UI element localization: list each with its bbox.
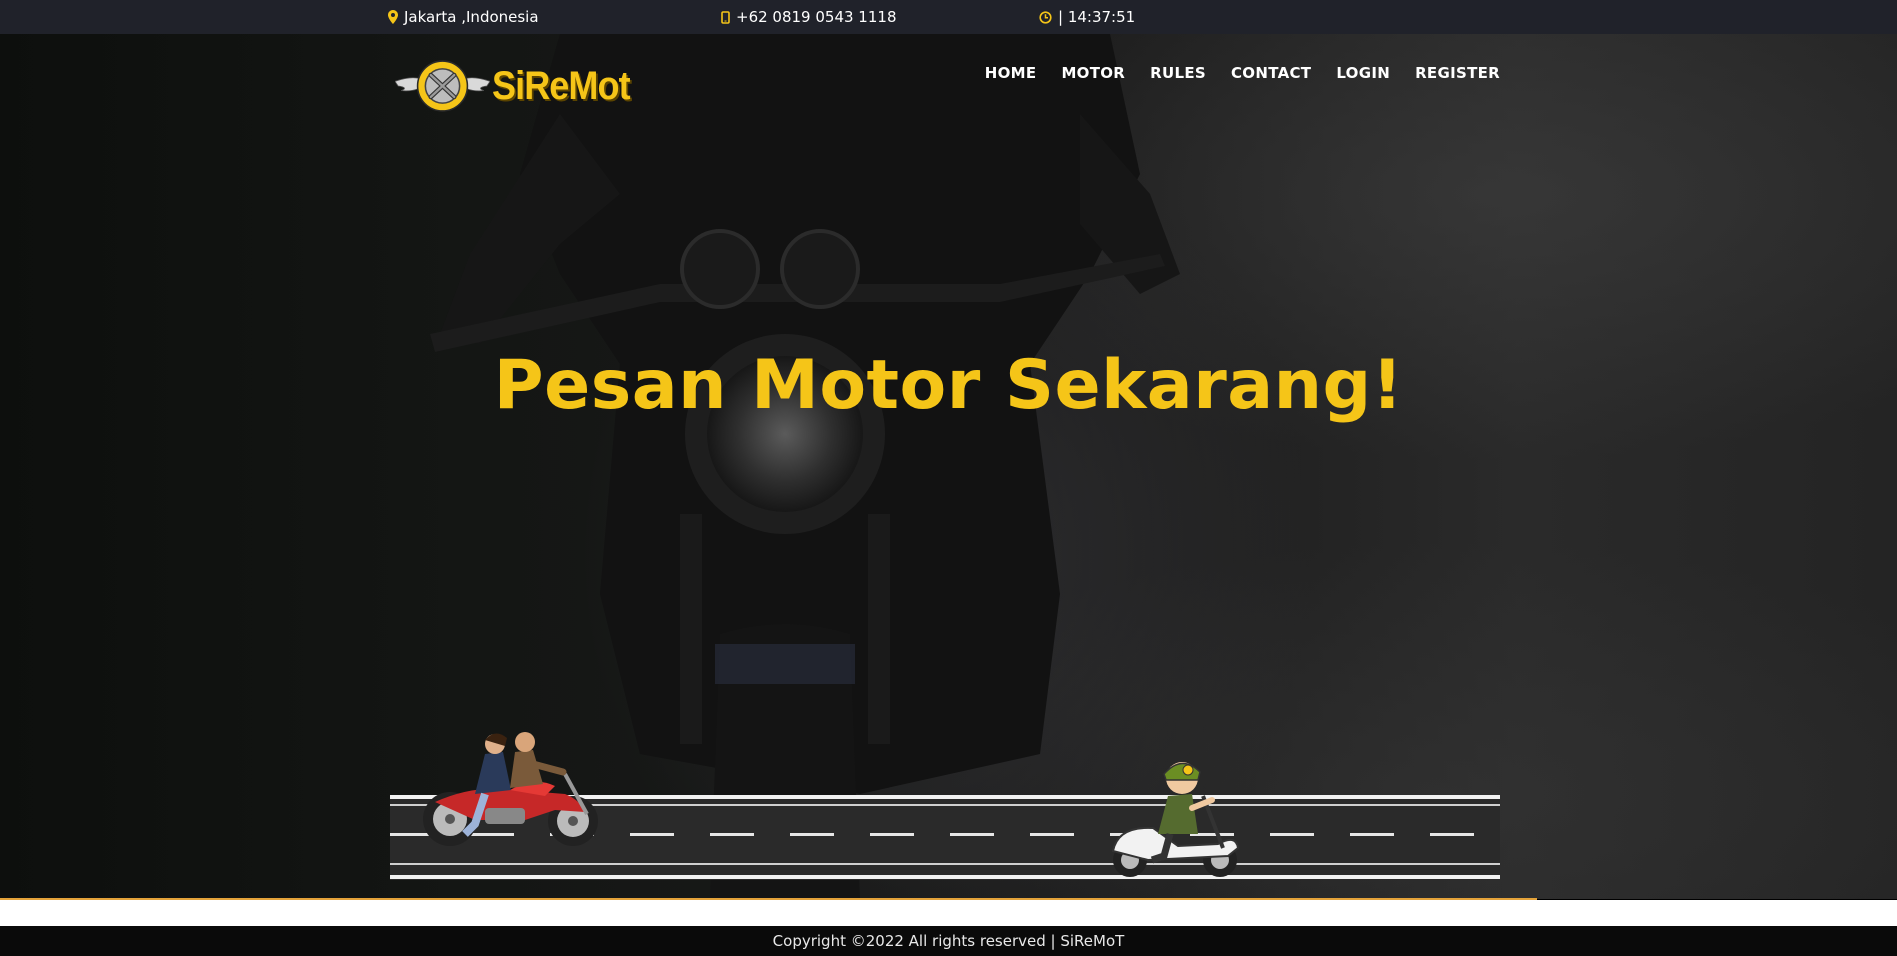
time-info: | 14:37:51: [1039, 0, 1135, 34]
motorcycle-background-image: [430, 34, 1180, 899]
hero-section: SiReMot HOME MOTOR RULES CONTACT LOGIN R…: [0, 34, 1897, 899]
clock-icon: [1039, 10, 1052, 24]
location-info: Jakarta ,Indonesia: [388, 0, 539, 34]
logo-text: SiReMot: [492, 63, 631, 108]
nav-contact[interactable]: CONTACT: [1231, 64, 1311, 82]
winged-piston-logo-icon: [395, 60, 490, 112]
main-nav: HOME MOTOR RULES CONTACT LOGIN REGISTER: [985, 64, 1500, 82]
scooter-rider-illustration: [1111, 762, 1240, 877]
phone-info: +62 0819 0543 1118: [721, 0, 896, 34]
top-info-bar: Jakarta ,Indonesia +62 0819 0543 1118 | …: [0, 0, 1897, 34]
nav-motor[interactable]: MOTOR: [1061, 64, 1125, 82]
phone-text: +62 0819 0543 1118: [736, 8, 897, 26]
copyright-text: Copyright ©2022 All rights reserved | Si…: [772, 932, 1125, 950]
location-text: Jakarta ,Indonesia: [404, 8, 539, 26]
nav-register[interactable]: REGISTER: [1415, 64, 1500, 82]
mobile-phone-icon: [721, 10, 730, 24]
nav-home[interactable]: HOME: [985, 64, 1037, 82]
white-spacer: [0, 900, 1897, 926]
hero-headline: Pesan Motor Sekarang!: [493, 346, 1404, 425]
siremot-logo[interactable]: SiReMot: [395, 50, 645, 122]
cruiser-riders-illustration: [423, 732, 598, 846]
time-text: | 14:37:51: [1058, 8, 1136, 26]
footer: Copyright ©2022 All rights reserved | Si…: [0, 926, 1897, 956]
nav-login[interactable]: LOGIN: [1336, 64, 1390, 82]
nav-rules[interactable]: RULES: [1150, 64, 1206, 82]
map-marker-icon: [388, 10, 398, 24]
